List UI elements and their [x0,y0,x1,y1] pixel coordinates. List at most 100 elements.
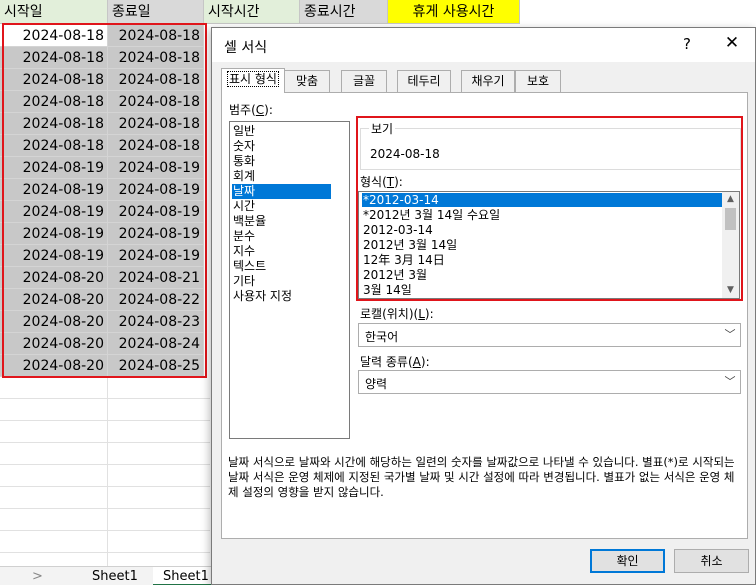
end-date-cell[interactable]: 2024-08-19 [108,179,204,201]
chevron-down-icon[interactable]: ﹀ [720,324,740,346]
end-date-cell[interactable]: 2024-08-18 [108,25,204,47]
tab-alignment[interactable]: 맞춤 [284,70,330,92]
grid-line [107,509,108,531]
category-item[interactable]: 백분율 [232,214,331,229]
start-date-cell[interactable]: 2024-08-20 [0,333,108,355]
category-label: 범주(C): [229,103,273,117]
tab-protection[interactable]: 보호 [515,70,561,92]
header-end-date[interactable]: 종료일 [108,0,204,24]
category-item[interactable]: 날짜 [232,184,331,199]
type-list[interactable]: *2012-03-14 *2012년 3월 14일 수요일 2012-03-14 20… [358,191,740,299]
start-date-cell[interactable]: 2024-08-20 [0,289,108,311]
category-item[interactable]: 지수 [232,244,331,259]
tab-font[interactable]: 글꼴 [341,70,387,92]
table-row: 2024-08-18 2024-08-18 [0,135,210,157]
end-date-cell[interactable]: 2024-08-23 [108,311,204,333]
end-date-cell[interactable]: 2024-08-18 [108,91,204,113]
end-date-cell[interactable]: 2024-08-19 [108,157,204,179]
type-list-scrollbar[interactable]: ▲ ▼ [722,192,739,298]
end-date-cell[interactable]: 2024-08-18 [108,135,204,157]
start-date-cell[interactable]: 2024-08-19 [0,179,108,201]
category-item[interactable]: 사용자 지정 [232,289,331,304]
ok-button[interactable]: 확인 [590,549,665,573]
sheet-tab[interactable]: Sheet1 [82,567,148,585]
header-break-time[interactable]: 휴게 사용시간 [388,0,520,24]
start-date-cell[interactable]: 2024-08-18 [0,69,108,91]
tab-number[interactable]: 표시 형식 [221,68,285,93]
end-date-cell[interactable]: 2024-08-22 [108,289,204,311]
scroll-up-icon[interactable]: ▲ [722,192,739,207]
type-item[interactable]: 2012년 3월 14일 [362,238,722,252]
tab-fill[interactable]: 채우기 [461,70,515,92]
end-date-cell[interactable]: 2024-08-24 [108,333,204,355]
help-icon[interactable]: ? [677,35,697,53]
end-date-cell[interactable]: 2024-08-19 [108,245,204,267]
start-date-cell[interactable]: 2024-08-18 [0,135,108,157]
table-row: 2024-08-20 2024-08-24 [0,333,210,355]
grid-line [107,443,108,465]
end-date-cell[interactable]: 2024-08-21 [108,267,204,289]
table-row: 2024-08-19 2024-08-19 [0,223,210,245]
end-date-cell[interactable]: 2024-08-18 [108,69,204,91]
tab-border[interactable]: 테두리 [397,70,451,92]
number-panel: 범주(C): 일반 숫자 통화 회계 날짜 시간 백분율 분수 지수 텍스트 기타 사용자 지정 보기… [221,92,748,539]
end-date-cell[interactable]: 2024-08-18 [108,113,204,135]
category-item[interactable]: 분수 [232,229,331,244]
start-date-cell[interactable]: 2024-08-18 [0,91,108,113]
start-date-cell[interactable]: 2024-08-20 [0,311,108,333]
tab-nav-arrow[interactable]: > [22,567,53,585]
start-date-cell[interactable]: 2024-08-18 [0,25,108,47]
grid-line [107,421,108,443]
start-date-cell[interactable]: 2024-08-20 [0,267,108,289]
header-end-time[interactable]: 종료시간 [300,0,388,24]
header-start-date[interactable]: 시작일 [0,0,108,24]
end-date-cell[interactable]: 2024-08-18 [108,47,204,69]
close-icon[interactable]: ✕ [720,33,744,53]
category-item[interactable]: 일반 [232,124,331,139]
start-date-cell[interactable]: 2024-08-19 [0,245,108,267]
locale-value: 한국어 [365,330,399,344]
table-row: 2024-08-18 2024-08-18 [0,47,210,69]
calendar-select[interactable]: 양력 ﹀ [358,370,741,394]
table-row: 2024-08-19 2024-08-19 [0,179,210,201]
start-date-cell[interactable]: 2024-08-19 [0,223,108,245]
chevron-down-icon[interactable]: ﹀ [720,371,740,393]
grid-line [107,531,108,553]
scroll-down-icon[interactable]: ▼ [722,283,739,298]
type-item[interactable]: 12年 3月 14日 [362,253,722,267]
format-cells-dialog: 셀 서식 ? ✕ 표시 형식 맞춤 글꼴 테두리 채우기 보호 범주(C): 일… [211,27,756,585]
start-date-cell[interactable]: 2024-08-18 [0,113,108,135]
start-date-cell[interactable]: 2024-08-19 [0,157,108,179]
cancel-button[interactable]: 취소 [674,549,749,573]
dialog-titlebar: 셀 서식 ? ✕ [212,28,755,62]
start-date-cell[interactable]: 2024-08-18 [0,47,108,69]
start-date-cell[interactable]: 2024-08-20 [0,355,108,377]
end-date-cell[interactable]: 2024-08-19 [108,201,204,223]
format-description: 날짜 서식으로 날짜와 시간에 해당하는 일련의 숫자를 날짜값으로 나타낼 수… [228,455,735,499]
category-item[interactable]: 텍스트 [232,259,331,274]
type-item[interactable]: *2012-03-14 [362,193,722,207]
type-item[interactable]: 2012-03-14 [362,223,722,237]
category-item[interactable]: 숫자 [232,139,331,154]
grid-line [107,399,108,421]
end-date-cell[interactable]: 2024-08-25 [108,355,204,377]
category-item[interactable]: 시간 [232,199,331,214]
type-item[interactable]: 3월 14일 [362,283,722,297]
table-row: 2024-08-19 2024-08-19 [0,245,210,267]
header-start-time[interactable]: 시작시간 [204,0,300,24]
category-item[interactable]: 회계 [232,169,331,184]
category-item[interactable]: 기타 [232,274,331,289]
type-item[interactable]: 2012년 3월 [362,268,722,282]
type-item[interactable]: *2012년 3월 14일 수요일 [362,208,722,222]
category-list[interactable]: 일반 숫자 통화 회계 날짜 시간 백분율 분수 지수 텍스트 기타 사용자 지정 [229,121,350,439]
empty-row [0,443,210,465]
table-row: 2024-08-20 2024-08-23 [0,311,210,333]
table-row: 2024-08-18 2024-08-18 [0,91,210,113]
locale-select[interactable]: 한국어 ﹀ [358,323,741,347]
sheet-tab-active[interactable]: Sheet1 [153,567,219,585]
scroll-thumb[interactable] [725,208,736,230]
end-date-cell[interactable]: 2024-08-19 [108,223,204,245]
sheet-tab-bar: > Sheet1 Sheet1 [0,566,219,585]
category-item[interactable]: 통화 [232,154,331,169]
start-date-cell[interactable]: 2024-08-19 [0,201,108,223]
